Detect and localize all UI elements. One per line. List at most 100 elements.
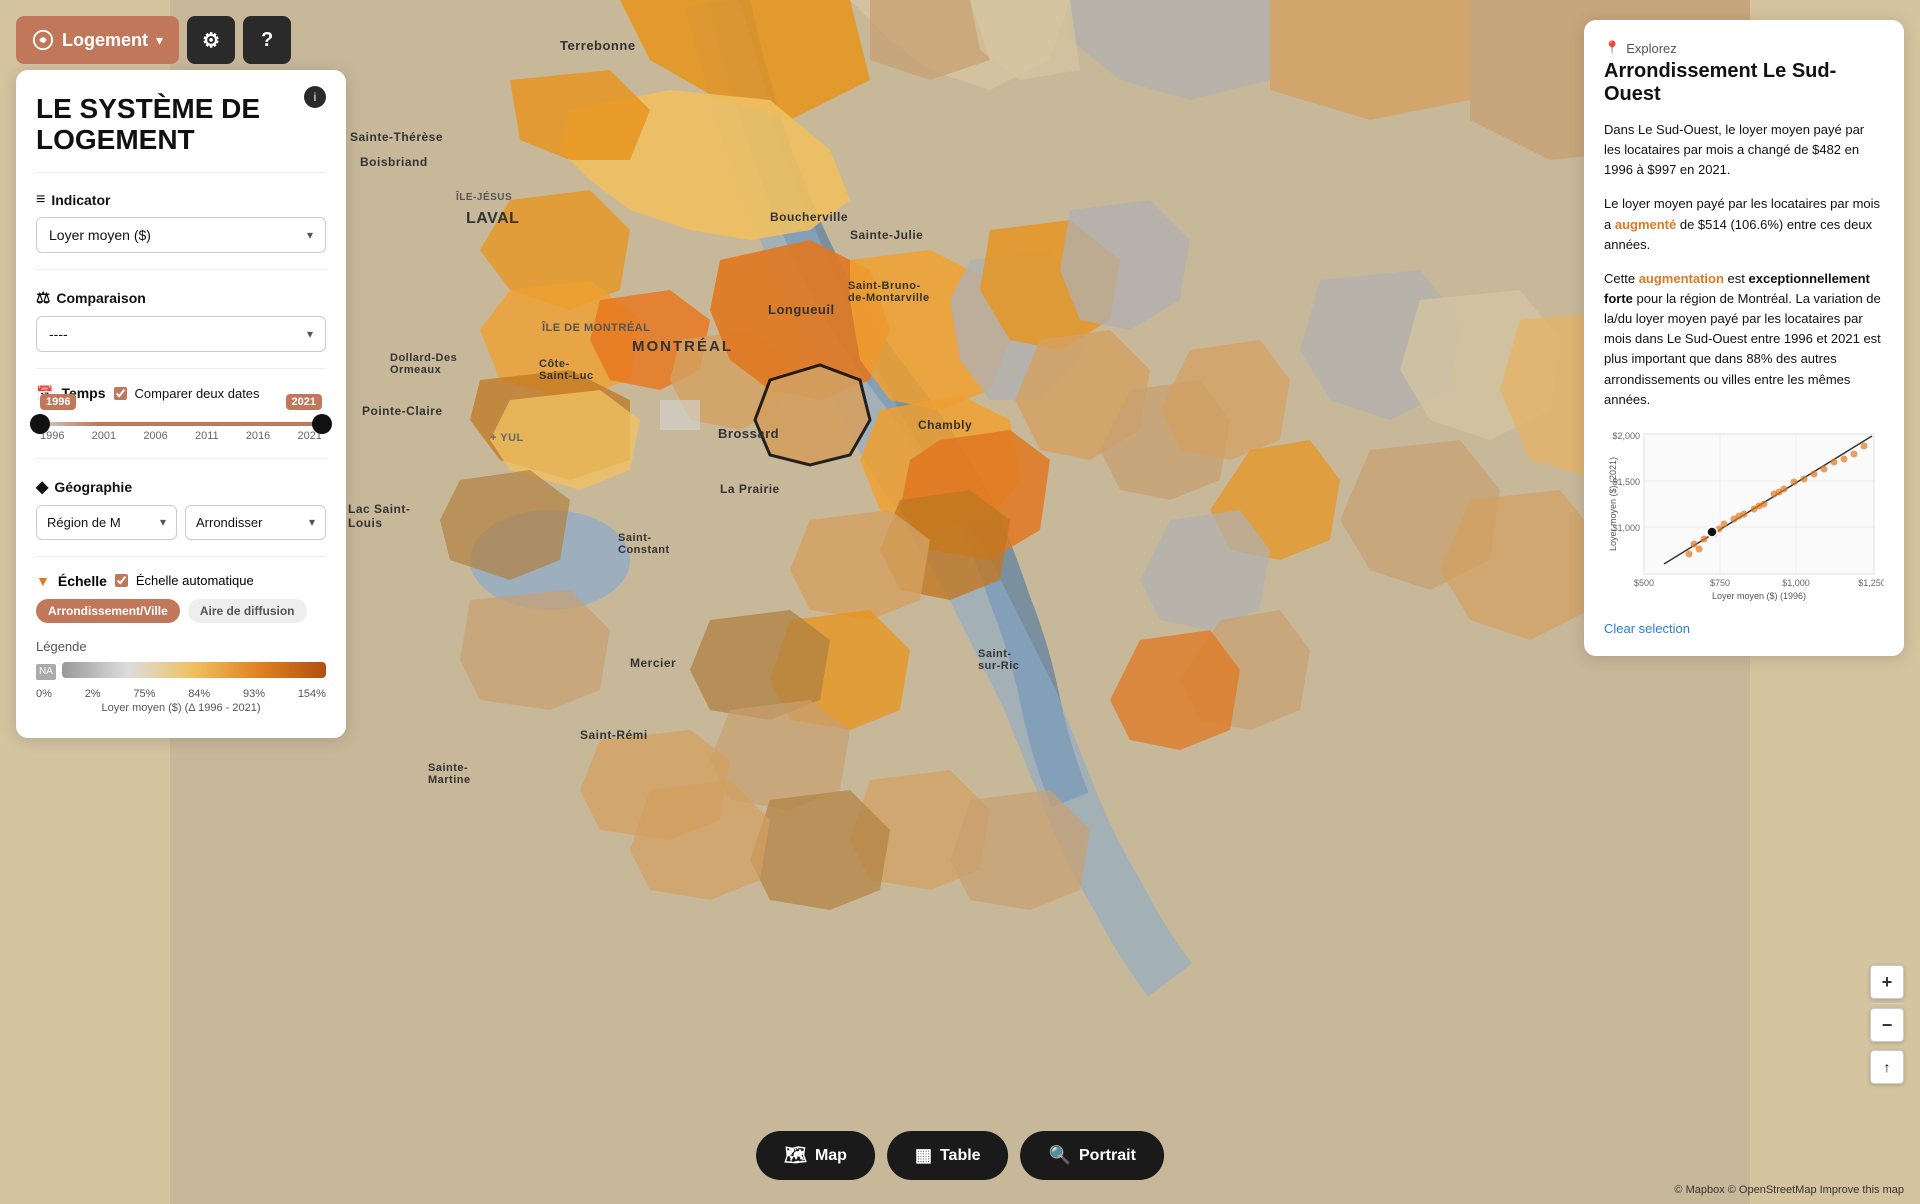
map-label-sainte-therese: Sainte-Thérèse — [350, 130, 443, 144]
scatter-chart: $2,000 $1,500 $1,000 $500 $750 $1,000 $1… — [1604, 424, 1884, 609]
desc-text-1: Dans Le Sud-Ouest, le loyer moyen payé p… — [1604, 120, 1884, 180]
portrait-button[interactable]: 🔍 Portrait — [1021, 1131, 1164, 1180]
svg-text:Loyer moyen ($) (1996): Loyer moyen ($) (1996) — [1712, 591, 1806, 601]
tick-2006: 2006 — [143, 430, 167, 442]
clear-selection-link[interactable]: Clear selection — [1604, 621, 1884, 636]
map-label-boisbriand: Boisbriand — [360, 155, 428, 169]
app-icon — [32, 29, 54, 51]
geo-dropdown-region[interactable]: Région de M ▾ — [36, 505, 177, 540]
attribution-text: © Mapbox © OpenStreetMap Improve this ma… — [1674, 1184, 1904, 1196]
panel-title: LE SYSTÈME DELOGEMENT — [36, 94, 326, 156]
tick-2011: 2011 — [195, 430, 219, 442]
slider-thumb-left[interactable] — [30, 414, 50, 434]
comparaison-dropdown[interactable]: ---- ▾ — [36, 316, 326, 352]
map-label-boucherville: Boucherville — [770, 210, 848, 224]
app-logo-button[interactable]: Logement ▾ — [16, 16, 179, 64]
divider-4 — [36, 458, 326, 459]
compass-button[interactable]: ↑ — [1870, 1050, 1904, 1084]
tick-2001: 2001 — [92, 430, 116, 442]
app-title: Logement — [62, 30, 148, 51]
echelle-chips: Arrondissement/Ville Aire de diffusion — [36, 599, 326, 623]
geo-dropdown-type[interactable]: Arrondisser ▾ — [185, 505, 326, 540]
slider-thumb-right[interactable] — [312, 414, 332, 434]
map-label-dollard: Dollard-DesOrmeaux — [390, 352, 457, 376]
map-label-terrebonne: Terrebonne — [560, 38, 636, 53]
svg-text:$2,000: $2,000 — [1612, 431, 1640, 441]
chip-aire-diffusion[interactable]: Aire de diffusion — [188, 599, 307, 623]
echelle-icon: ▼ — [36, 573, 50, 589]
svg-text:$500: $500 — [1634, 578, 1654, 588]
map-label-laval: LAVAL — [466, 210, 519, 228]
map-label-saint-constant: Saint-Constant — [618, 532, 670, 556]
settings-button[interactable]: ⚙ — [187, 16, 235, 64]
comparer-checkbox[interactable] — [114, 387, 127, 400]
desc3-highlight: augmentation — [1639, 271, 1724, 286]
map-label-brossard: Brossard — [718, 426, 779, 441]
legend-val-154: 154% — [298, 688, 326, 700]
zoom-separator — [1870, 1003, 1904, 1004]
table-icon: ▦ — [915, 1145, 932, 1166]
indicator-section-label: ≡ Indicator — [36, 191, 326, 209]
map-label-saint-remi: Saint-Rémi — [580, 728, 648, 742]
time-slider[interactable]: 1996 2021 1996 2001 2006 2011 2016 2021 — [40, 422, 322, 442]
geo-icon: ◆ — [36, 477, 48, 497]
echelle-label-text: Échelle — [58, 573, 107, 589]
table-label: Table — [940, 1147, 981, 1165]
info-button[interactable]: i — [304, 86, 326, 108]
echelle-auto-checkbox[interactable] — [115, 574, 128, 587]
geo-row: Région de M ▾ Arrondisser ▾ — [36, 505, 326, 540]
slider-track: 1996 2021 — [40, 422, 322, 426]
legend-section: Légende NA 0% 2% 75% 84% 93% 154% Loyer … — [36, 639, 326, 714]
comparaison-arrow-icon: ▾ — [307, 327, 313, 341]
desc-text-2: Le loyer moyen payé par les locataires p… — [1604, 194, 1884, 254]
legend-na-block: NA — [36, 664, 56, 680]
topbar: Logement ▾ ⚙ ? — [16, 16, 291, 64]
geo-label-text: Géographie — [54, 479, 132, 495]
geo-type-value: Arrondisser — [196, 515, 262, 530]
portrait-icon: 🔍 — [1049, 1145, 1071, 1166]
map-label-lac-saint-louis: Lac Saint-Louis — [348, 502, 410, 530]
map-label-montreal: MONTRÉAL — [632, 338, 733, 355]
echelle-auto-label-text: Échelle automatique — [136, 573, 254, 588]
tick-2016: 2016 — [246, 430, 270, 442]
chip-arrondissement[interactable]: Arrondissement/Ville — [36, 599, 180, 623]
zoom-out-button[interactable]: − — [1870, 1008, 1904, 1042]
map-label-ile-jesus: ÎLE-JÉSUS — [456, 192, 512, 203]
map-button[interactable]: 🗺 Map — [756, 1131, 875, 1180]
slider-ticks: 1996 2001 2006 2011 2016 2021 — [40, 430, 322, 442]
legend-sublabel: Loyer moyen ($) (Δ 1996 - 2021) — [36, 702, 326, 714]
zoom-in-button[interactable]: + — [1870, 965, 1904, 999]
indicator-value: Loyer moyen ($) — [49, 227, 151, 243]
help-button[interactable]: ? — [243, 16, 291, 64]
explore-label: 📍 Explorez — [1604, 40, 1884, 56]
comparaison-icon: ⚖ — [36, 288, 50, 308]
legend-bar-row: NA — [36, 662, 326, 682]
map-label-sainte-julie: Sainte-Julie — [850, 228, 923, 242]
map-attribution: © Mapbox © OpenStreetMap Improve this ma… — [1674, 1184, 1904, 1196]
map-navigation: + − ↑ — [1870, 965, 1904, 1084]
divider-3 — [36, 368, 326, 369]
indicator-dropdown[interactable]: Loyer moyen ($) ▾ — [36, 217, 326, 253]
legend-val-0: 0% — [36, 688, 52, 700]
year-end-badge: 2021 — [286, 394, 322, 410]
desc2-highlight: augmenté — [1615, 217, 1676, 232]
svg-text:Loyer moyen ($) (2021): Loyer moyen ($) (2021) — [1608, 457, 1618, 551]
map-label-la-prairie: La Prairie — [720, 482, 780, 496]
desc3-mid: est exceptionnellement forte pour la rég… — [1604, 271, 1881, 407]
svg-text:$1,000: $1,000 — [1782, 578, 1810, 588]
map-icon: 🗺 — [784, 1145, 807, 1166]
svg-text:$1,250: $1,250 — [1858, 578, 1884, 588]
map-label-pointe-claire: Pointe-Claire — [362, 404, 443, 418]
indicator-icon: ≡ — [36, 191, 45, 209]
geo-section-label: ◆ Géographie — [36, 477, 326, 497]
echelle-row: ▼ Échelle Échelle automatique — [36, 573, 326, 589]
legend-title: Légende — [36, 639, 326, 654]
geo-type-arrow-icon: ▾ — [309, 515, 315, 529]
portrait-label: Portrait — [1079, 1147, 1136, 1165]
table-button[interactable]: ▦ Table — [887, 1131, 1009, 1180]
right-panel: 📍 Explorez Arrondissement Le Sud-Ouest D… — [1584, 20, 1904, 656]
indicator-arrow-icon: ▾ — [307, 228, 313, 242]
legend-val-84: 84% — [188, 688, 210, 700]
legend-val-93: 93% — [243, 688, 265, 700]
map-label-longueuil: Longueuil — [768, 302, 835, 317]
